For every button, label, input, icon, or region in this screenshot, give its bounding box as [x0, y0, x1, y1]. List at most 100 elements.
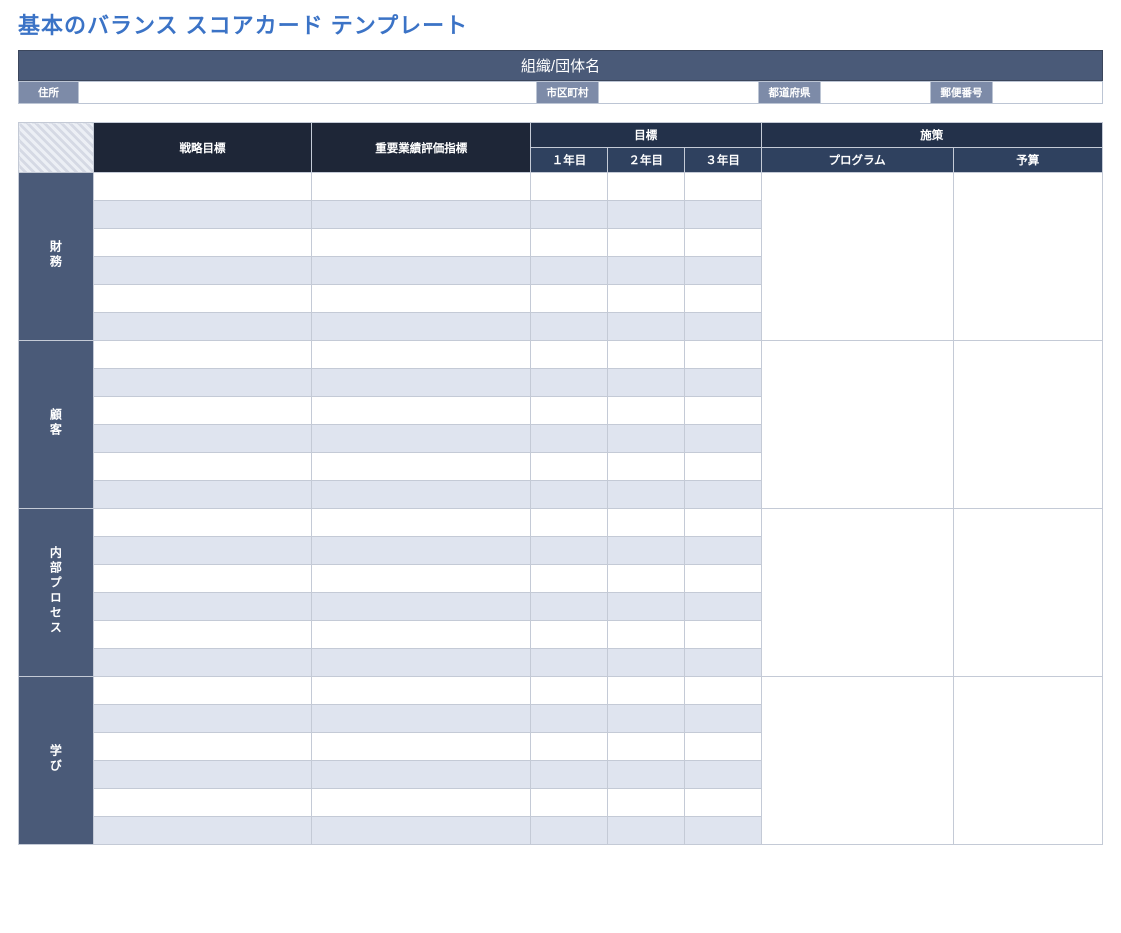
cell-y2[interactable]: [607, 201, 684, 229]
cell-y2[interactable]: [607, 789, 684, 817]
postal-input[interactable]: [993, 82, 1103, 104]
cell-goal[interactable]: [93, 173, 312, 201]
cell-budget[interactable]: [953, 173, 1102, 341]
cell-kpi[interactable]: [312, 649, 531, 677]
cell-kpi[interactable]: [312, 229, 531, 257]
cell-kpi[interactable]: [312, 509, 531, 537]
cell-y1[interactable]: [531, 257, 608, 285]
cell-goal[interactable]: [93, 649, 312, 677]
cell-kpi[interactable]: [312, 761, 531, 789]
cell-y3[interactable]: [684, 201, 761, 229]
cell-kpi[interactable]: [312, 341, 531, 369]
cell-kpi[interactable]: [312, 817, 531, 845]
cell-y3[interactable]: [684, 761, 761, 789]
cell-y1[interactable]: [531, 201, 608, 229]
cell-y3[interactable]: [684, 733, 761, 761]
cell-y2[interactable]: [607, 257, 684, 285]
cell-y1[interactable]: [531, 649, 608, 677]
cell-y1[interactable]: [531, 705, 608, 733]
cell-kpi[interactable]: [312, 173, 531, 201]
cell-goal[interactable]: [93, 369, 312, 397]
cell-kpi[interactable]: [312, 481, 531, 509]
cell-y3[interactable]: [684, 425, 761, 453]
address-input[interactable]: [79, 82, 537, 104]
cell-y2[interactable]: [607, 481, 684, 509]
cell-y3[interactable]: [684, 173, 761, 201]
cell-y3[interactable]: [684, 649, 761, 677]
cell-y2[interactable]: [607, 817, 684, 845]
cell-y1[interactable]: [531, 397, 608, 425]
cell-y3[interactable]: [684, 341, 761, 369]
cell-budget[interactable]: [953, 341, 1102, 509]
cell-y2[interactable]: [607, 565, 684, 593]
cell-y2[interactable]: [607, 425, 684, 453]
city-input[interactable]: [599, 82, 759, 104]
cell-y2[interactable]: [607, 677, 684, 705]
cell-y2[interactable]: [607, 453, 684, 481]
cell-y2[interactable]: [607, 313, 684, 341]
cell-y3[interactable]: [684, 257, 761, 285]
cell-kpi[interactable]: [312, 733, 531, 761]
cell-y1[interactable]: [531, 537, 608, 565]
cell-goal[interactable]: [93, 341, 312, 369]
cell-y2[interactable]: [607, 537, 684, 565]
cell-y3[interactable]: [684, 397, 761, 425]
cell-y2[interactable]: [607, 369, 684, 397]
cell-y1[interactable]: [531, 761, 608, 789]
cell-y1[interactable]: [531, 565, 608, 593]
cell-y1[interactable]: [531, 313, 608, 341]
cell-kpi[interactable]: [312, 397, 531, 425]
cell-kpi[interactable]: [312, 313, 531, 341]
cell-program[interactable]: [761, 173, 953, 341]
cell-goal[interactable]: [93, 733, 312, 761]
cell-y3[interactable]: [684, 453, 761, 481]
cell-y1[interactable]: [531, 285, 608, 313]
cell-goal[interactable]: [93, 313, 312, 341]
cell-y3[interactable]: [684, 565, 761, 593]
cell-y1[interactable]: [531, 509, 608, 537]
cell-goal[interactable]: [93, 705, 312, 733]
cell-y1[interactable]: [531, 453, 608, 481]
cell-y2[interactable]: [607, 593, 684, 621]
cell-kpi[interactable]: [312, 285, 531, 313]
cell-program[interactable]: [761, 677, 953, 845]
cell-kpi[interactable]: [312, 621, 531, 649]
cell-y2[interactable]: [607, 229, 684, 257]
cell-y3[interactable]: [684, 285, 761, 313]
cell-goal[interactable]: [93, 481, 312, 509]
cell-y2[interactable]: [607, 397, 684, 425]
cell-goal[interactable]: [93, 537, 312, 565]
cell-y3[interactable]: [684, 481, 761, 509]
cell-kpi[interactable]: [312, 537, 531, 565]
cell-y1[interactable]: [531, 733, 608, 761]
cell-y3[interactable]: [684, 509, 761, 537]
cell-y1[interactable]: [531, 341, 608, 369]
cell-y2[interactable]: [607, 761, 684, 789]
cell-y1[interactable]: [531, 817, 608, 845]
cell-y3[interactable]: [684, 537, 761, 565]
cell-y2[interactable]: [607, 733, 684, 761]
cell-kpi[interactable]: [312, 789, 531, 817]
cell-goal[interactable]: [93, 789, 312, 817]
cell-y1[interactable]: [531, 481, 608, 509]
cell-y2[interactable]: [607, 341, 684, 369]
cell-y2[interactable]: [607, 285, 684, 313]
prefecture-input[interactable]: [821, 82, 931, 104]
cell-y1[interactable]: [531, 789, 608, 817]
cell-kpi[interactable]: [312, 565, 531, 593]
cell-y3[interactable]: [684, 229, 761, 257]
cell-y2[interactable]: [607, 173, 684, 201]
cell-goal[interactable]: [93, 677, 312, 705]
cell-y2[interactable]: [607, 649, 684, 677]
cell-kpi[interactable]: [312, 453, 531, 481]
cell-y3[interactable]: [684, 789, 761, 817]
cell-y3[interactable]: [684, 817, 761, 845]
cell-goal[interactable]: [93, 453, 312, 481]
cell-y2[interactable]: [607, 621, 684, 649]
cell-kpi[interactable]: [312, 677, 531, 705]
cell-y3[interactable]: [684, 593, 761, 621]
cell-goal[interactable]: [93, 509, 312, 537]
cell-kpi[interactable]: [312, 201, 531, 229]
cell-goal[interactable]: [93, 229, 312, 257]
cell-y3[interactable]: [684, 705, 761, 733]
